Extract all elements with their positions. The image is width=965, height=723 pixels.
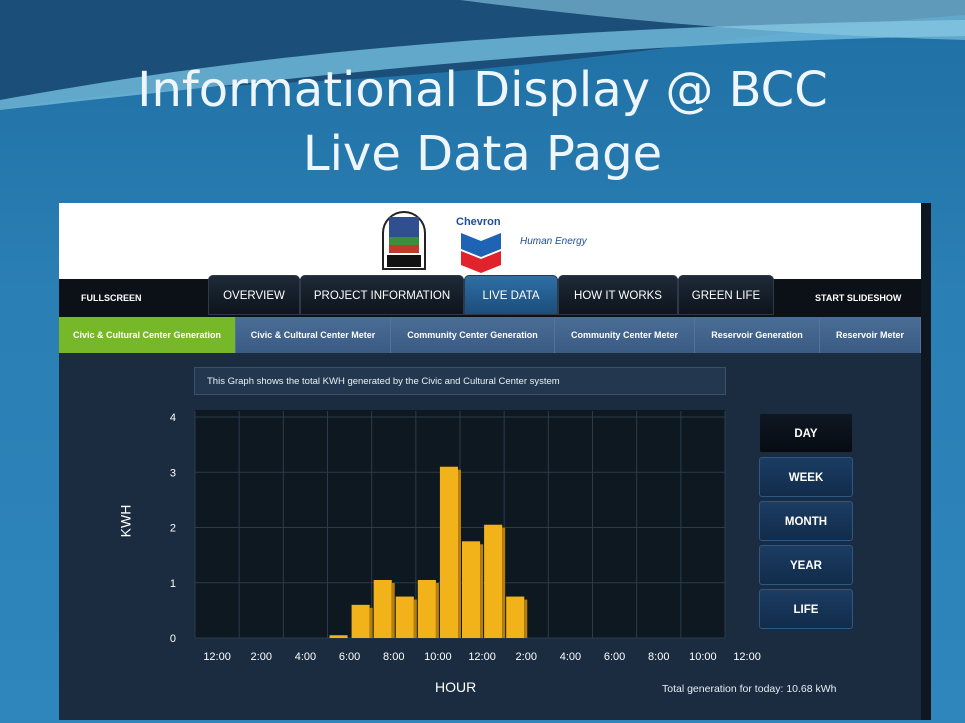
- x-tick-label: 10:00: [424, 651, 452, 663]
- x-tick-label: 8:00: [648, 651, 669, 663]
- slide-title-line2: Live Data Page: [302, 126, 663, 182]
- data-bar: [417, 579, 436, 638]
- data-bar: [484, 524, 503, 638]
- data-bar-side: [524, 599, 528, 638]
- data-bar-side: [391, 582, 395, 638]
- y-axis-label: KWH: [117, 504, 134, 538]
- range-day-button[interactable]: DAY: [759, 413, 853, 453]
- x-tick-label: 4:00: [295, 651, 316, 663]
- range-year-button[interactable]: YEAR: [759, 545, 853, 585]
- data-bar-side: [480, 544, 484, 638]
- data-bar: [329, 635, 348, 638]
- data-bar: [506, 596, 525, 638]
- y-tick-label: 2: [170, 523, 176, 535]
- data-bar: [373, 579, 392, 638]
- data-bar: [351, 604, 370, 638]
- y-tick-label: 1: [170, 578, 176, 590]
- x-tick-label: 4:00: [560, 651, 581, 663]
- range-week-button[interactable]: WEEK: [759, 457, 853, 497]
- x-tick-label: 12:00: [733, 651, 761, 663]
- x-tick-label: 6:00: [604, 651, 625, 663]
- slide-title: Informational Display @ BCC Live Data Pa…: [0, 58, 965, 186]
- x-tick-label: 8:00: [383, 651, 404, 663]
- kiosk-screen: Chevron Human Energy FULLSCREEN START SL…: [59, 203, 931, 720]
- total-generation-text: Total generation for today: 10.68 kWh: [662, 683, 837, 695]
- data-bar-side: [369, 607, 373, 638]
- slide-title-line1: Informational Display @ BCC: [137, 62, 828, 118]
- x-tick-label: 2:00: [251, 651, 272, 663]
- data-bar-side: [413, 599, 417, 638]
- y-tick-label: 0: [170, 633, 176, 645]
- x-tick-label: 12:00: [203, 651, 231, 663]
- data-bar: [395, 596, 414, 638]
- data-bar-side: [458, 469, 461, 638]
- x-tick-label: 10:00: [689, 651, 717, 663]
- x-axis-label: HOUR: [435, 679, 477, 695]
- data-bar-side: [435, 582, 439, 638]
- data-bar: [462, 541, 481, 638]
- y-tick-label: 4: [170, 412, 176, 424]
- range-month-button[interactable]: MONTH: [759, 501, 853, 541]
- data-bar: [439, 466, 458, 638]
- x-tick-label: 6:00: [339, 651, 360, 663]
- x-tick-label: 2:00: [516, 651, 537, 663]
- data-bar-side: [502, 527, 506, 638]
- range-life-button[interactable]: LIFE: [759, 589, 853, 629]
- y-tick-label: 3: [170, 467, 176, 479]
- x-tick-label: 12:00: [468, 651, 496, 663]
